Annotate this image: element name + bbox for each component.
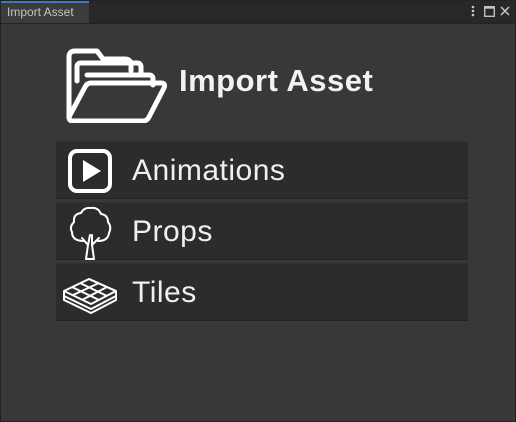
tab-import-asset[interactable]: Import Asset [1,1,89,23]
page-title: Import Asset [179,63,374,98]
menu-item-label: Props [132,215,213,248]
menu-item-label: Tiles [132,276,197,309]
play-icon [68,149,112,193]
tree-icon [69,206,112,260]
asset-type-menu: Animations Props Tiles [56,141,468,324]
folder-open-icon [66,48,168,123]
import-asset-window: Import Asset Import Asset Animations Pro… [0,0,516,422]
tab-bar: Import Asset [1,1,515,24]
menu-item-props[interactable]: Props [56,202,468,260]
header: Import Asset [61,41,481,123]
menu-item-label: Animations [132,154,286,187]
close-icon[interactable] [499,4,511,18]
menu-item-animations[interactable]: Animations [56,141,468,199]
window-controls [467,4,511,18]
tiles-icon [63,278,117,314]
menu-item-tiles[interactable]: Tiles [56,263,468,321]
kebab-menu-icon[interactable] [467,4,479,18]
maximize-icon[interactable] [483,4,495,18]
